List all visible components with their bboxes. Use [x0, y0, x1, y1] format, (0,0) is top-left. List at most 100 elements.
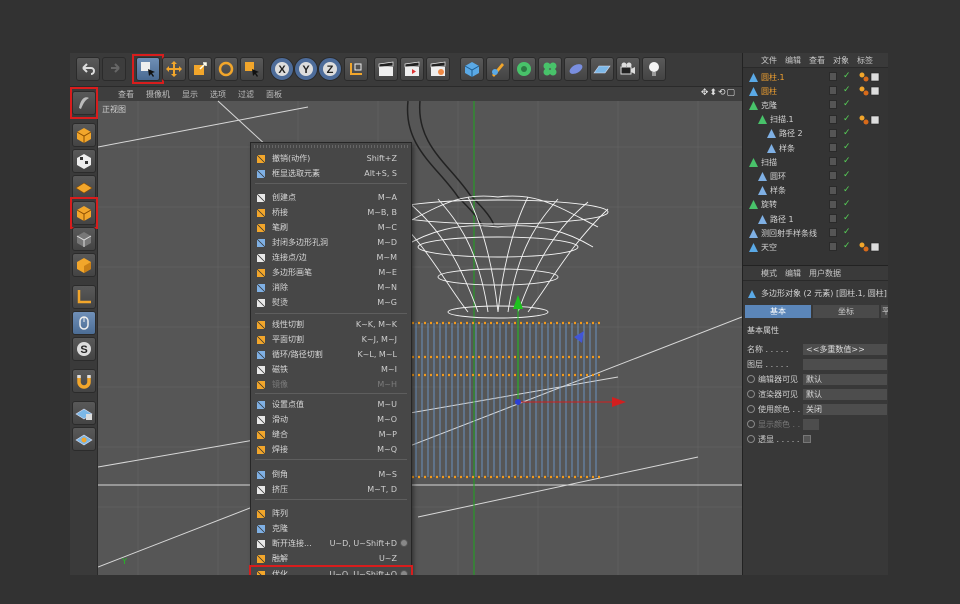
undo-button[interactable]: [76, 57, 100, 81]
add-cloner-button[interactable]: [538, 57, 562, 81]
menu-item-clone[interactable]: 克隆: [251, 521, 411, 536]
attribute-value-field[interactable]: 关闭: [803, 403, 887, 415]
z-axis-button[interactable]: Z: [318, 57, 342, 81]
menu-item-frame-selection[interactable]: 框显选取元素 Alt+S, S: [251, 166, 411, 181]
enabled-check-icon[interactable]: ✓: [843, 85, 851, 95]
menu-item-magnet[interactable]: 磁铁 M~I: [251, 362, 411, 377]
enabled-check-icon[interactable]: ✓: [843, 99, 851, 109]
attribute-value-field[interactable]: [803, 418, 819, 430]
add-light-button[interactable]: [642, 57, 666, 81]
menu-item-line-cut[interactable]: 线性切割 K~K, M~K: [251, 317, 411, 332]
tab-basic[interactable]: 基本: [745, 305, 811, 318]
render-view-button[interactable]: [374, 57, 398, 81]
object-name[interactable]: 测回射手样条线: [761, 228, 817, 239]
rotate-button[interactable]: [214, 57, 238, 81]
edges-mode-button[interactable]: [72, 227, 96, 251]
magnet-button[interactable]: [72, 369, 96, 393]
om-menu-file[interactable]: 文件: [761, 55, 777, 66]
object-name[interactable]: 圆柱.1: [761, 72, 785, 83]
enabled-check-icon[interactable]: ✓: [843, 128, 851, 138]
am-menu-mode[interactable]: 模式: [761, 268, 777, 279]
polygons-mode-button[interactable]: [72, 253, 96, 277]
add-floor-button[interactable]: [590, 57, 614, 81]
enabled-check-icon[interactable]: ✓: [843, 71, 851, 81]
menu-item-brush[interactable]: 笔刷 M~C: [251, 220, 411, 235]
menu-item-weld[interactable]: 焊接 M~Q: [251, 442, 411, 457]
menu-item-set-point-value[interactable]: 设置点值 M~U: [251, 397, 411, 412]
object-name[interactable]: 样条: [779, 143, 795, 154]
x-axis-button[interactable]: X: [270, 57, 294, 81]
viewport[interactable]: 查看 摄像机 显示 选项 过滤 面板 ✥⬍⟲▢ 正视图 Y 撤销(动作) Shi…: [98, 87, 742, 575]
enabled-check-icon[interactable]: ✓: [843, 227, 851, 237]
menu-item-bevel[interactable]: 倒角 M~S: [251, 467, 411, 482]
object-name[interactable]: 路径 2: [779, 128, 803, 139]
menu-item-dissolve[interactable]: 消除 M~N: [251, 280, 411, 295]
object-row[interactable]: 路径 2 ✓: [743, 127, 888, 141]
object-name[interactable]: 圆柱: [761, 86, 777, 97]
enabled-check-icon[interactable]: ✓: [843, 142, 851, 152]
attribute-value-field[interactable]: [803, 358, 887, 370]
om-menu-view[interactable]: 查看: [809, 55, 825, 66]
object-row[interactable]: 克隆 ✓: [743, 98, 888, 112]
enabled-check-icon[interactable]: ✓: [843, 185, 851, 195]
texture-mode-button[interactable]: [72, 149, 96, 173]
material-tag-icon[interactable]: [859, 115, 881, 125]
enabled-check-icon[interactable]: ✓: [843, 170, 851, 180]
options-gear-icon[interactable]: [400, 539, 408, 547]
object-name[interactable]: 扫描: [761, 157, 777, 168]
material-tag-icon[interactable]: [859, 72, 881, 82]
animate-radio[interactable]: [747, 390, 755, 398]
menu-item-undo[interactable]: 撤销(动作) Shift+Z: [251, 151, 411, 166]
recent-tool-button[interactable]: [240, 57, 264, 81]
add-camera-button[interactable]: [616, 57, 640, 81]
scale-button[interactable]: [188, 57, 212, 81]
attribute-value-field[interactable]: 默认: [803, 388, 887, 400]
workplane-mode-button[interactable]: [72, 175, 96, 199]
add-subdivision-button[interactable]: [512, 57, 536, 81]
move-button[interactable]: [162, 57, 186, 81]
object-row[interactable]: 圆柱.1 ✓: [743, 70, 888, 84]
object-row[interactable]: 圆环 ✓: [743, 169, 888, 183]
enabled-check-icon[interactable]: ✓: [843, 114, 851, 124]
menu-tearoff-handle[interactable]: [254, 145, 408, 148]
menu-item-stitch[interactable]: 缝合 M~P: [251, 427, 411, 442]
snapping-button[interactable]: S: [72, 337, 96, 361]
object-name[interactable]: 样条: [770, 185, 786, 196]
menu-item-loop-cut[interactable]: 循环/路径切割 K~L, M~L: [251, 347, 411, 362]
menu-item-polygon-pen[interactable]: 多边形画笔 M~E: [251, 265, 411, 280]
render-settings-button[interactable]: [426, 57, 450, 81]
object-row[interactable]: 样条 ✓: [743, 184, 888, 198]
add-cube-button[interactable]: [460, 57, 484, 81]
enabled-check-icon[interactable]: ✓: [843, 241, 851, 251]
animate-radio[interactable]: [747, 375, 755, 383]
xray-checkbox[interactable]: [803, 435, 811, 443]
menu-item-create-point[interactable]: 创建点 M~A: [251, 190, 411, 205]
object-row[interactable]: 样条 ✓: [743, 141, 888, 155]
object-name[interactable]: 圆环: [770, 171, 786, 182]
menu-item-mirror[interactable]: 镜像 M~H: [251, 377, 411, 392]
object-name[interactable]: 旋转: [761, 199, 777, 210]
menu-item-disconnect[interactable]: 断开连接... U~D, U~Shift+D: [251, 536, 411, 551]
object-name[interactable]: 天空: [761, 242, 777, 253]
animate-radio[interactable]: [747, 405, 755, 413]
enabled-check-icon[interactable]: ✓: [843, 156, 851, 166]
object-row[interactable]: 圆柱 ✓: [743, 84, 888, 98]
planar-workplane-button[interactable]: [72, 427, 96, 451]
om-menu-edit[interactable]: 编辑: [785, 55, 801, 66]
menu-item-close-hole[interactable]: 封闭多边形孔洞 M~D: [251, 235, 411, 250]
tweak-mode-button[interactable]: [72, 311, 96, 335]
y-axis-button[interactable]: Y: [294, 57, 318, 81]
menu-item-melt[interactable]: 融解 U~Z: [251, 551, 411, 566]
model-mode-button[interactable]: [72, 123, 96, 147]
object-name[interactable]: 扫描.1: [770, 114, 794, 125]
menu-item-bridge[interactable]: 桥接 M~B, B: [251, 205, 411, 220]
am-menu-user-data[interactable]: 用户数据: [809, 268, 841, 279]
am-menu-edit[interactable]: 编辑: [785, 268, 801, 279]
tab-coordinates[interactable]: 坐标: [813, 305, 879, 318]
coordinate-system-button[interactable]: [344, 57, 368, 81]
menu-item-connect[interactable]: 连接点/边 M~M: [251, 250, 411, 265]
tab-phong[interactable]: 平: [881, 305, 888, 318]
object-name[interactable]: 路径 1: [770, 214, 794, 225]
om-menu-tags[interactable]: 标签: [857, 55, 873, 66]
object-row[interactable]: 测回射手样条线 ✓: [743, 226, 888, 240]
